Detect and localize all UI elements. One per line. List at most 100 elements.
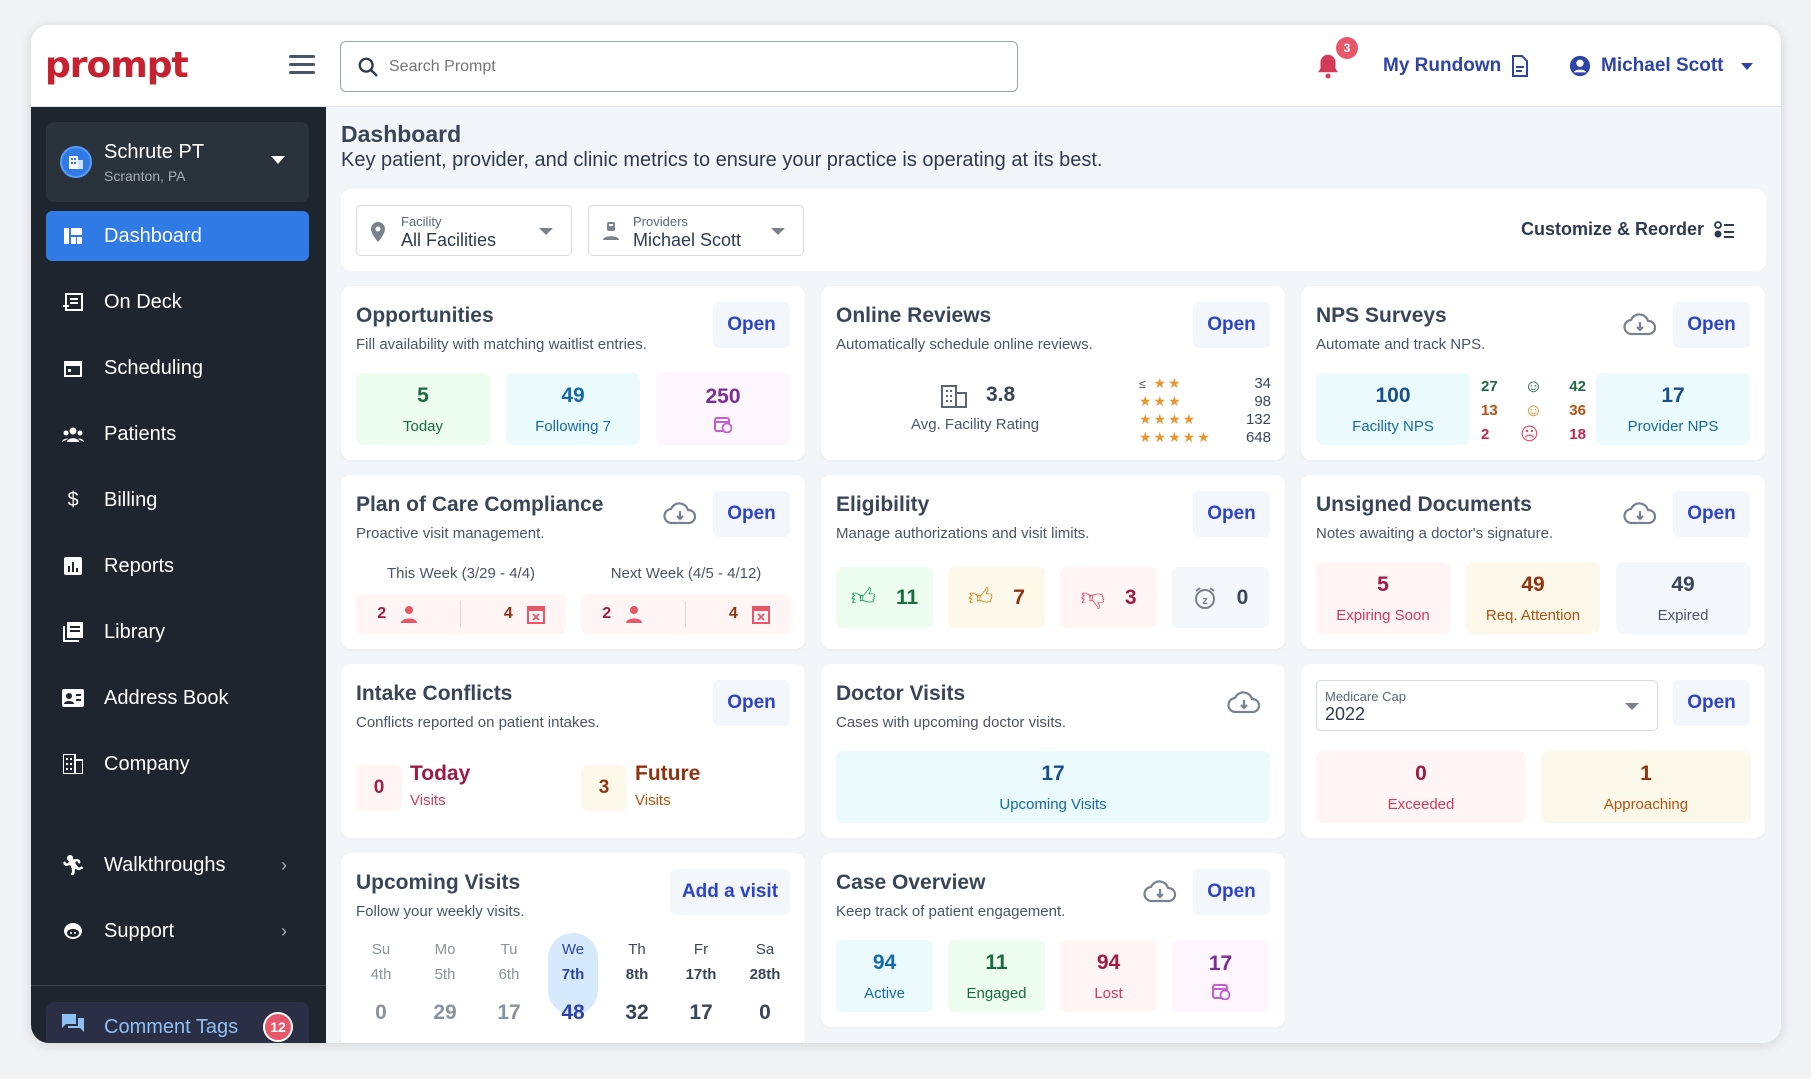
scheduled-tile[interactable]: 17 bbox=[1172, 940, 1269, 1012]
open-button[interactable]: Open bbox=[1193, 302, 1270, 348]
cloud-download-icon[interactable] bbox=[1227, 690, 1261, 716]
tile-value: 1 bbox=[1640, 761, 1652, 785]
waitlist-tile[interactable]: 250 bbox=[656, 373, 790, 445]
open-button[interactable]: Open bbox=[1673, 491, 1750, 537]
sidebar-item-company[interactable]: Company bbox=[46, 739, 309, 789]
today-conflicts-tile[interactable]: 0 bbox=[356, 765, 402, 811]
open-button[interactable]: Open bbox=[1673, 680, 1750, 726]
upcoming-doctor-visits-tile[interactable]: 17 Upcoming Visits bbox=[836, 751, 1270, 823]
tile-value: 49 bbox=[1521, 572, 1545, 596]
day-column[interactable]: Tu 6th 17 bbox=[484, 941, 534, 1025]
card-title: Unsigned Documents bbox=[1316, 493, 1532, 516]
open-button[interactable]: Open bbox=[713, 680, 790, 726]
cloud-download-icon[interactable] bbox=[1143, 879, 1177, 905]
sidebar-item-label: Patients bbox=[104, 422, 177, 445]
search-input[interactable] bbox=[389, 57, 989, 76]
approved-tile[interactable]: 👍︎ 11 bbox=[836, 567, 933, 628]
provider-nps-tile[interactable]: 17 Provider NPS bbox=[1596, 373, 1750, 445]
exceeded-tile[interactable]: 0 Exceeded bbox=[1316, 751, 1526, 823]
card-subtitle: Conflicts reported on patient intakes. bbox=[356, 714, 600, 731]
future-conflicts-tile[interactable]: 3 bbox=[581, 765, 627, 811]
sidebar-item-dashboard[interactable]: Dashboard bbox=[46, 211, 309, 261]
page-subtitle: Key patient, provider, and clinic metric… bbox=[341, 149, 1103, 171]
upcoming-visits-card: Upcoming Visits Follow your weekly visit… bbox=[341, 853, 805, 1043]
open-button[interactable]: Open bbox=[1673, 302, 1750, 348]
snoozed-tile[interactable]: z0 bbox=[1172, 567, 1269, 628]
user-menu[interactable]: Michael Scott bbox=[1569, 55, 1754, 77]
card-title: Doctor Visits bbox=[836, 682, 966, 705]
tile-value: 5 bbox=[417, 383, 429, 407]
req-attention-tile[interactable]: 49 Req. Attention bbox=[1466, 562, 1600, 634]
tile-label: Exceeded bbox=[1387, 795, 1455, 813]
sidebar-item-comment-tags[interactable]: Comment Tags 12 bbox=[46, 1002, 309, 1043]
providers-select[interactable]: Providers Michael Scott bbox=[588, 205, 804, 256]
engaged-tile[interactable]: 11 Engaged bbox=[948, 940, 1045, 1012]
visits-label: Visits bbox=[410, 792, 446, 809]
sidebar-item-support[interactable]: Support › bbox=[46, 906, 309, 956]
day-column[interactable]: Mo 5th 29 bbox=[420, 941, 470, 1025]
day-name: Mo bbox=[434, 941, 456, 958]
hamburger-menu-icon[interactable] bbox=[289, 55, 315, 75]
facility-switcher[interactable]: Schrute PT Scranton, PA bbox=[46, 122, 309, 202]
add-visit-button[interactable]: Add a visit bbox=[670, 869, 790, 915]
this-week-tile[interactable]: 2 4 bbox=[356, 594, 566, 634]
search-box[interactable] bbox=[340, 41, 1018, 92]
day-date: 7th bbox=[561, 966, 585, 983]
facility-nps-tile[interactable]: 100 Facility NPS bbox=[1316, 373, 1470, 445]
app-window: prompt 3 My Rundown Michael Scott Schrut… bbox=[31, 25, 1781, 1043]
day-column[interactable]: Th 8th 32 bbox=[612, 941, 662, 1025]
on-deck-icon bbox=[62, 291, 84, 313]
support-icon bbox=[62, 920, 84, 942]
prompt-logo[interactable]: prompt bbox=[45, 45, 189, 86]
medicare-cap-select[interactable]: Medicare Cap 2022 bbox=[1316, 680, 1658, 731]
user-name: Michael Scott bbox=[1601, 55, 1724, 76]
facility-location: Scranton, PA bbox=[104, 167, 186, 184]
open-button[interactable]: Open bbox=[713, 491, 790, 537]
sidebar-item-patients[interactable]: Patients bbox=[46, 409, 309, 459]
expiring-soon-tile[interactable]: 5 Expiring Soon bbox=[1316, 562, 1450, 634]
my-rundown-link[interactable]: My Rundown bbox=[1383, 55, 1529, 77]
customize-reorder-button[interactable]: Customize & Reorder bbox=[1521, 219, 1734, 240]
expired-tile[interactable]: 49 Expired bbox=[1616, 562, 1750, 634]
cloud-download-icon[interactable] bbox=[1623, 501, 1657, 527]
following-tile[interactable]: 49 Following 7 bbox=[506, 373, 640, 445]
cloud-download-icon[interactable] bbox=[663, 501, 697, 527]
document-icon bbox=[1512, 55, 1529, 77]
sidebar-item-label: Dashboard bbox=[104, 224, 202, 247]
lost-tile[interactable]: 94 Lost bbox=[1060, 940, 1157, 1012]
calendar-icon bbox=[62, 357, 84, 379]
denied-tile[interactable]: 👎︎ 3 bbox=[1060, 567, 1157, 628]
detractors-provider: 18 bbox=[1569, 425, 1586, 443]
tile-value: 94 bbox=[872, 950, 897, 974]
comment-tags-label: Comment Tags bbox=[104, 1015, 239, 1038]
open-button[interactable]: Open bbox=[713, 302, 790, 348]
today-tile[interactable]: 5 Today bbox=[356, 373, 490, 445]
facility-select[interactable]: Facility All Facilities bbox=[356, 205, 572, 256]
next-week-tile[interactable]: 2 4 bbox=[581, 594, 791, 634]
sidebar-item-library[interactable]: Library bbox=[46, 607, 309, 657]
future-label: Future bbox=[635, 762, 701, 785]
active-tile[interactable]: 94 Active bbox=[836, 940, 933, 1012]
open-button[interactable]: Open bbox=[1193, 491, 1270, 537]
sidebar-item-scheduling[interactable]: Scheduling bbox=[46, 343, 309, 393]
day-column[interactable]: Sa 28th 0 bbox=[740, 941, 790, 1025]
sidebar-item-walkthroughs[interactable]: 🏃︎ Walkthroughs › bbox=[46, 840, 309, 890]
sidebar-item-reports[interactable]: Reports bbox=[46, 541, 309, 591]
day-date: 17th bbox=[685, 966, 717, 983]
partial-tile[interactable]: 👍︎ 7 bbox=[948, 567, 1045, 628]
sidebar-item-on-deck[interactable]: On Deck bbox=[46, 277, 309, 327]
sidebar-item-billing[interactable]: $ Billing bbox=[46, 475, 309, 525]
approaching-tile[interactable]: 1 Approaching bbox=[1541, 751, 1751, 823]
day-column[interactable]: We 7th 48 bbox=[548, 933, 598, 1025]
cloud-download-icon[interactable] bbox=[1623, 312, 1657, 338]
online-reviews-card: Online Reviews Automatically schedule on… bbox=[821, 286, 1285, 460]
day-column[interactable]: Fr 17th 17 bbox=[676, 941, 726, 1025]
day-column[interactable]: Su 4th 0 bbox=[356, 941, 406, 1025]
open-button[interactable]: Open bbox=[1193, 869, 1270, 915]
sidebar-item-label: Reports bbox=[104, 554, 175, 577]
day-date: 5th bbox=[434, 966, 456, 983]
tile-value: 11 bbox=[985, 950, 1008, 974]
day-visit-count: 48 bbox=[561, 1001, 585, 1024]
sidebar-item-address-book[interactable]: Address Book bbox=[46, 673, 309, 723]
card-title: Online Reviews bbox=[836, 304, 992, 327]
